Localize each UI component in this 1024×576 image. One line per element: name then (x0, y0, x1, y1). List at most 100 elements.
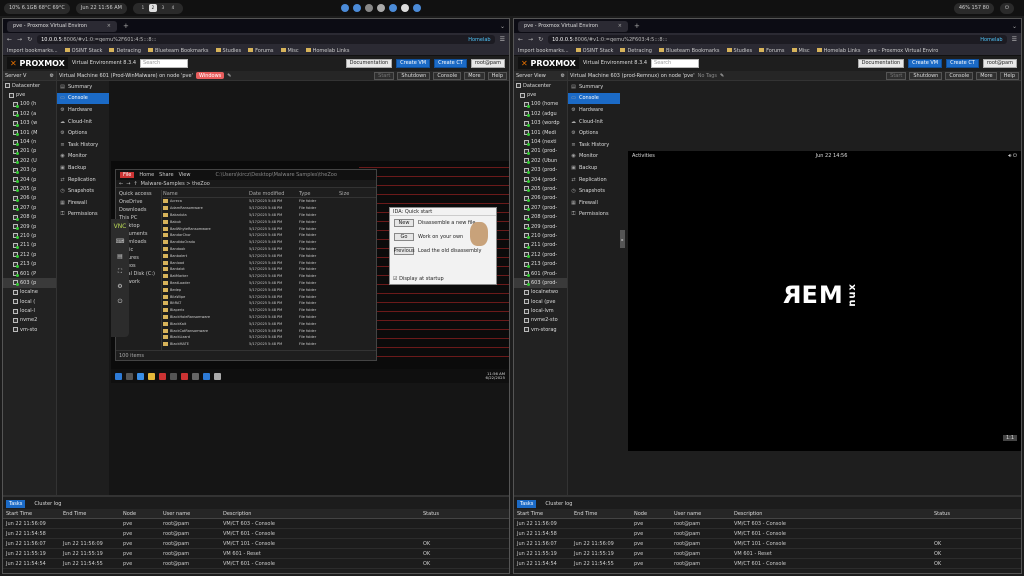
nav-item[interactable]: Downloads (116, 206, 161, 214)
col-description[interactable]: Description (734, 511, 934, 517)
explorer-address-bar[interactable]: ← → ↑ Malware-Samples > theZoo (116, 180, 376, 188)
tree-node[interactable]: 100 (h (3, 100, 56, 109)
tree-node[interactable]: 205 (p (3, 184, 56, 193)
table-row[interactable]: Jun 22 11:56:07 Jun 22 11:56:09 pve root@pa… (514, 539, 1021, 549)
tree-node[interactable]: 603 (p (3, 278, 56, 288)
ida-previous-button[interactable]: Previous (393, 247, 415, 255)
file-row[interactable]: Bedep 5/17/2025 5:48 PM File folder (163, 286, 376, 293)
workspace-1[interactable]: 1 (139, 4, 147, 12)
file-row[interactable]: Blaperix 5/17/2025 5:48 PM File folder (163, 307, 376, 314)
file-row[interactable]: AdamRansomware 5/17/2025 5:48 PM File fold… (163, 205, 376, 212)
tree-node[interactable]: Datacenter (514, 81, 567, 90)
col-user[interactable]: User name (674, 511, 734, 517)
col-status[interactable]: Status (934, 511, 1004, 517)
file-row[interactable]: Babuk 5/17/2025 5:48 PM File folder (163, 218, 376, 225)
file-row[interactable]: Banbalert 5/17/2025 5:48 PM File folder (163, 252, 376, 259)
tree-node[interactable]: 213 (p (3, 259, 56, 268)
menu-item-permissions[interactable]: ⚿ Permissions (57, 209, 109, 221)
gear-icon[interactable]: ⚙ (50, 73, 54, 79)
menu-item-firewall[interactable]: ▦ Firewall (568, 197, 620, 209)
menu-item-firewall[interactable]: ▦ Firewall (57, 197, 109, 209)
file-row[interactable]: BadWhyteRansomware 5/17/2025 5:48 PM File … (163, 225, 376, 232)
firefox-icon[interactable] (340, 4, 349, 12)
table-row[interactable]: Jun 22 11:54:58 pve root@pam VM/CT 601 - Co… (514, 529, 1021, 539)
tree-node[interactable]: 212 (prod- (514, 250, 567, 259)
col-start-time[interactable]: Start Time (3, 511, 63, 517)
menu-item-summary[interactable]: ▤ Summary (57, 81, 109, 93)
start-button[interactable]: Start (374, 71, 395, 80)
bookmark-folder[interactable]: Misc (791, 48, 810, 54)
search-input[interactable]: Search (140, 58, 189, 68)
homelab-container[interactable]: Homelab (468, 37, 490, 43)
menu-item-monitor[interactable]: ◉ Monitor (568, 151, 620, 163)
forward-icon[interactable]: → (126, 181, 130, 187)
console-button[interactable]: Console (945, 71, 974, 80)
tree-node[interactable]: 207 (prod- (514, 203, 567, 212)
tree-node[interactable]: vm-sto (3, 325, 56, 334)
tree-node[interactable]: pve (514, 90, 567, 99)
console-button[interactable]: Console (433, 71, 462, 80)
edit-tags-icon[interactable]: ✎ (720, 73, 724, 79)
file-row[interactable]: Acreca 5/17/2025 5:48 PM File folder (163, 198, 376, 205)
col-description[interactable]: Description (223, 511, 423, 517)
start-icon[interactable] (115, 372, 122, 380)
col-size[interactable]: Size (339, 191, 349, 197)
table-row[interactable]: Jun 22 11:56:09 pve root@pam VM/CT 603 - Co… (3, 519, 509, 529)
reload-icon[interactable]: ↻ (27, 36, 32, 43)
documentation-button[interactable]: Documentation (857, 58, 905, 68)
vm-tag[interactable]: No Tags (698, 73, 717, 79)
bookmark-folder[interactable]: Homelab Links (305, 48, 349, 54)
col-type[interactable]: Type (299, 191, 339, 197)
bookmark-import[interactable]: Import bookmarks... (518, 48, 569, 54)
tree-node[interactable]: 211 (prod- (514, 241, 567, 250)
tree-node[interactable]: pve (3, 90, 56, 99)
tree-node[interactable]: local-l (3, 306, 56, 315)
menu-item-task-history[interactable]: ≡ Task History (57, 139, 109, 151)
fullscreen-icon[interactable]: ⛶ (111, 264, 129, 279)
file-row[interactable]: BlackHoleRansomware 5/17/2025 5:48 PM File… (163, 314, 376, 321)
tree-node[interactable]: 102 (adgu (514, 109, 567, 118)
tree-node[interactable]: 208 (p (3, 212, 56, 221)
workspace-switcher[interactable]: 1 2 3 4 (132, 2, 183, 14)
file-row[interactable]: BeatLoader 5/17/2025 5:48 PM File folder (163, 280, 376, 287)
table-row[interactable]: Jun 22 11:55:19 Jun 22 11:55:19 pve root@pa… (3, 549, 509, 559)
tree-node[interactable]: 213 (prod- (514, 259, 567, 268)
help-button[interactable]: Help (999, 71, 1019, 80)
terminal-icon[interactable] (364, 4, 373, 12)
menu-item-console[interactable]: ▭ Console (57, 92, 109, 105)
col-date[interactable]: Date modified (249, 191, 299, 197)
tree-node[interactable]: local-lvm (514, 306, 567, 315)
workspace-4[interactable]: 4 (169, 4, 177, 12)
table-row[interactable]: Jun 22 11:56:09 pve root@pam VM/CT 603 - Co… (514, 519, 1021, 529)
explorer-icon[interactable] (148, 372, 155, 380)
back-icon[interactable]: ← (119, 181, 123, 187)
tree-node[interactable]: 100 (home (514, 100, 567, 109)
back-icon[interactable]: ← (7, 36, 12, 43)
col-start-time[interactable]: Start Time (514, 511, 574, 517)
menu-item-replication[interactable]: ⇄ Replication (57, 174, 109, 186)
menu-item-replication[interactable]: ⇄ Replication (568, 174, 620, 186)
table-row[interactable]: Jun 22 11:54:54 Jun 22 11:54:55 pve root@pa… (514, 559, 1021, 569)
tree-node[interactable]: 205 (prod- (514, 184, 567, 193)
vm-console[interactable]: File Home Share View C:\Users\kircz\Desk… (109, 81, 509, 495)
create-ct-button[interactable]: Create CT (434, 58, 467, 68)
tree-node[interactable]: 209 (prod- (514, 222, 567, 231)
more-button[interactable]: More (464, 71, 485, 80)
ribbon-view-tab[interactable]: View (179, 172, 191, 178)
tree-node[interactable]: vm-storag (514, 325, 567, 334)
bookmark-folder[interactable]: Detracing (109, 48, 141, 54)
homelab-container[interactable]: Homelab (980, 37, 1002, 43)
shutdown-button[interactable]: Shutdown (909, 71, 943, 80)
tree-node[interactable]: 203 (p (3, 166, 56, 175)
tree-node[interactable]: 601 (Prod- (514, 269, 567, 278)
search-input[interactable]: Search (651, 58, 700, 68)
tree-node[interactable]: 201 (prod- (514, 147, 567, 156)
edit-tags-icon[interactable]: ✎ (227, 73, 231, 79)
workspace-2[interactable]: 2 (148, 4, 157, 12)
file-row[interactable]: Bandook 5/17/2025 5:48 PM File folder (163, 246, 376, 253)
ida-icon[interactable] (214, 372, 221, 380)
tree-node[interactable]: 206 (p (3, 194, 56, 203)
file-row[interactable]: BandarChor 5/17/2025 5:48 PM File folder (163, 232, 376, 239)
tree-node[interactable]: 204 (prod- (514, 175, 567, 184)
url-bar[interactable]: 10.0.0.5:8006/#v1:0:=qemu%2F601:4:5:::8:… (37, 35, 495, 44)
